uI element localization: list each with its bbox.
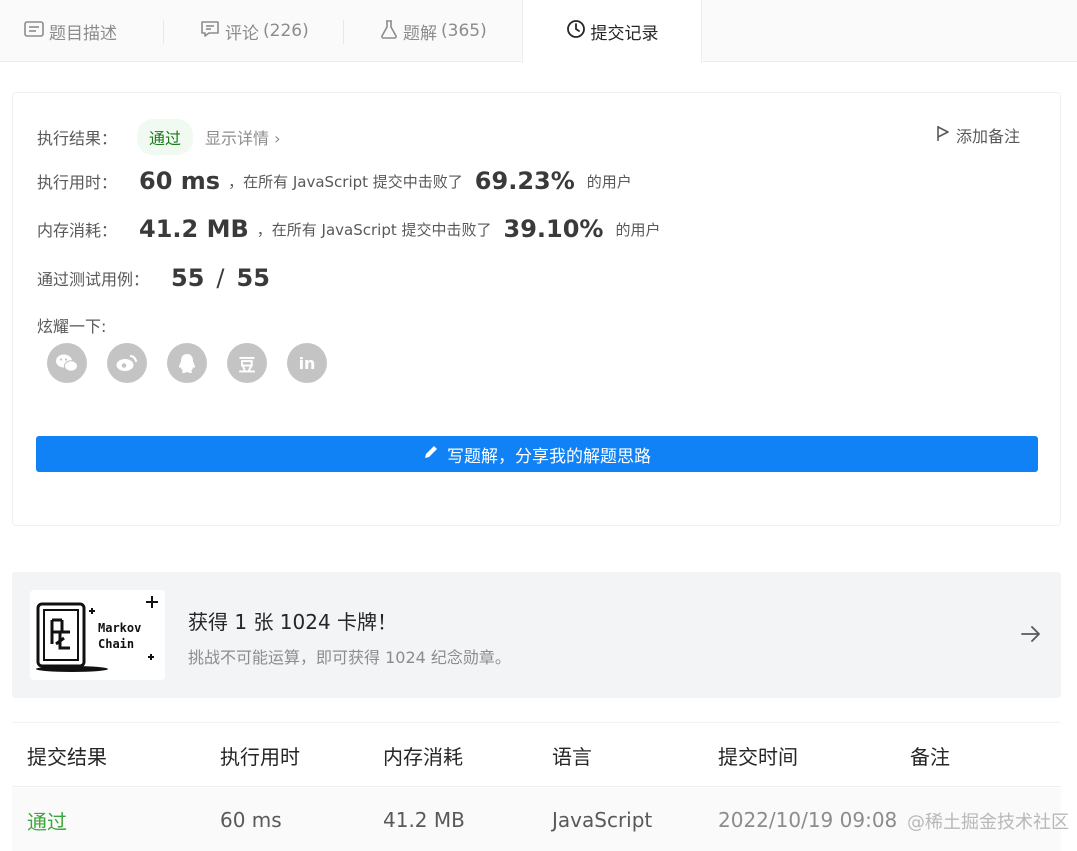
tab-comments[interactable]: 评论 (226): [200, 0, 309, 62]
douban-glyph: 豆: [238, 355, 256, 376]
row-time: 2022/10/19 09:08: [718, 808, 898, 832]
row-memory: 41.2 MB: [383, 808, 465, 832]
qq-icon[interactable]: [167, 343, 207, 383]
runtime-label: 执行用时：: [37, 173, 118, 192]
runtime-text: ，在所有 JavaScript 提交中击败了: [228, 172, 463, 191]
runtime-row: 执行用时： 60 ms ，在所有 JavaScript 提交中击败了 69.23…: [37, 167, 632, 195]
share-label: 炫耀一下:: [37, 317, 107, 336]
table-row[interactable]: 通过 60 ms 41.2 MB JavaScript 2022/10/19 0…: [12, 788, 1061, 851]
arrow-right-icon[interactable]: [1019, 622, 1043, 650]
tests-total: 55: [236, 264, 270, 292]
card-text-2: Chain: [98, 637, 134, 651]
header-memory: 内存消耗: [383, 744, 463, 769]
flask-icon: [380, 19, 403, 44]
watermark: @稀土掘金技术社区: [907, 812, 1069, 833]
description-icon: [24, 20, 49, 42]
memory-label: 内存消耗：: [37, 221, 118, 240]
linkedin-icon[interactable]: in: [287, 343, 327, 383]
tests-separator: /: [216, 264, 225, 292]
memory-value: 41.2 MB: [139, 215, 249, 243]
memory-percentile: 39.10%: [503, 215, 604, 243]
promo-subtitle: 挑战不可能运算，即可获得 1024 纪念勋章。: [188, 648, 511, 667]
add-note-label: 添加备注: [955, 127, 1020, 146]
header-result: 提交结果: [27, 744, 107, 769]
tab-bar: 题目描述 评论 (226) 题解 (365) 提交记录: [0, 0, 1077, 63]
row-result[interactable]: 通过: [27, 788, 67, 851]
promo-title: 获得 1 张 1024 卡牌！: [188, 610, 398, 634]
submissions-table: 提交结果 执行用时 内存消耗 语言 提交时间 备注 通过 60 ms 41.2 …: [12, 722, 1069, 851]
write-solution-label: 写题解，分享我的解题思路: [447, 446, 651, 467]
weibo-icon[interactable]: [107, 343, 147, 383]
markov-chain-card-image: Markov Chain: [30, 590, 165, 680]
tab-description[interactable]: 题目描述: [24, 0, 117, 62]
tab-label: 提交记录: [590, 24, 659, 44]
tab-divider: [343, 20, 344, 44]
row-language: JavaScript: [552, 808, 653, 832]
header-note: 备注: [910, 744, 950, 769]
linkedin-glyph: in: [298, 353, 316, 373]
memory-row: 内存消耗： 41.2 MB ，在所有 JavaScript 提交中击败了 39.…: [37, 215, 660, 243]
tests-passed: 55: [171, 264, 205, 292]
write-solution-button[interactable]: 写题解，分享我的解题思路: [36, 436, 1038, 472]
runtime-percentile: 69.23%: [474, 167, 575, 195]
wechat-icon[interactable]: [47, 343, 87, 383]
header-language: 语言: [552, 744, 592, 769]
tab-solutions[interactable]: 题解 (365): [380, 0, 487, 62]
runtime-suffix: 的用户: [586, 172, 632, 191]
add-note-button[interactable]: 添加备注: [936, 123, 1020, 147]
clock-icon: [566, 19, 591, 44]
tab-submissions[interactable]: 提交记录: [522, 0, 702, 63]
pencil-icon: [423, 444, 447, 465]
header-runtime: 执行用时: [220, 744, 300, 769]
tab-label: 评论: [225, 23, 259, 44]
status-badge: 通过: [137, 119, 194, 155]
tab-count: (226): [263, 21, 309, 41]
memory-suffix: 的用户: [615, 220, 661, 239]
tests-row: 通过测试用例： 55 / 55: [37, 264, 270, 292]
flag-icon: [936, 125, 956, 146]
status-row: 执行结果： 通过 显示详情 ›: [37, 119, 281, 155]
memory-text: ，在所有 JavaScript 提交中击败了: [256, 220, 492, 239]
card-text-1: Markov: [98, 621, 141, 635]
share-row: 炫耀一下:: [37, 313, 106, 337]
tab-count: (365): [441, 21, 487, 41]
row-runtime: 60 ms: [220, 808, 282, 832]
tests-label: 通过测试用例：: [37, 270, 150, 289]
tab-label: 题目描述: [49, 23, 117, 44]
header-time: 提交时间: [718, 744, 798, 769]
show-details-link[interactable]: 显示详情 ›: [205, 125, 281, 149]
result-card: 执行结果： 通过 显示详情 › 添加备注 执行用时： 60 ms ，在所有 Ja…: [12, 92, 1061, 526]
table-header: 提交结果 执行用时 内存消耗 语言 提交时间 备注: [12, 723, 1061, 787]
status-label: 执行结果：: [37, 129, 118, 148]
tab-label: 题解: [403, 23, 437, 44]
runtime-value: 60 ms: [139, 167, 221, 195]
comment-icon: [200, 20, 225, 43]
tab-divider: [163, 20, 164, 44]
douban-icon[interactable]: 豆: [227, 343, 267, 383]
promo-banner[interactable]: Markov Chain 获得 1 张 1024 卡牌！ 挑战不可能运算，即可获…: [12, 572, 1061, 698]
